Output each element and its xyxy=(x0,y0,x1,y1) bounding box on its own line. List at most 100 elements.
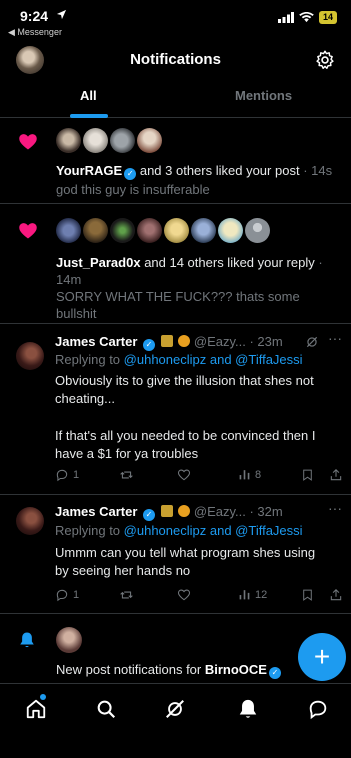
views-button[interactable]: 12 xyxy=(238,588,267,601)
page-title: Notifications xyxy=(130,51,221,68)
heart-icon xyxy=(19,134,37,150)
avatar[interactable] xyxy=(110,128,135,153)
avatar[interactable] xyxy=(164,218,189,243)
avatar[interactable] xyxy=(16,342,44,370)
avatar[interactable] xyxy=(56,627,82,653)
tweet-time: · 32m xyxy=(249,504,283,519)
tweet-actions: 1 8 xyxy=(55,468,345,484)
like-button[interactable] xyxy=(177,588,191,602)
tab-all[interactable]: All xyxy=(80,88,97,103)
tweet-header: James Carter ✓ @Eazy... · 23m xyxy=(55,334,283,351)
reply-icon xyxy=(56,589,68,602)
bookmark-icon[interactable] xyxy=(301,588,314,602)
search-icon[interactable] xyxy=(95,698,117,720)
avatar[interactable] xyxy=(83,128,108,153)
author-handle[interactable]: @Eazy... xyxy=(194,504,246,519)
author-handle[interactable]: @Eazy... xyxy=(194,334,246,349)
avatar[interactable] xyxy=(110,218,135,243)
notification-time: · 14s xyxy=(303,163,333,178)
post-notification-prefix: New post notifications for xyxy=(56,662,202,677)
liker-avatars xyxy=(56,218,270,243)
author-name[interactable]: James Carter xyxy=(55,334,137,349)
tiger-emoji-icon xyxy=(178,505,191,517)
reply-tweet-1[interactable]: James Carter ✓ @Eazy... · 23m ··· Replyi… xyxy=(0,324,351,495)
avatar[interactable] xyxy=(137,128,162,153)
fleur-de-lis-icon xyxy=(160,505,173,517)
notification-tabs: All Mentions xyxy=(0,80,351,118)
bookmark-icon[interactable] xyxy=(301,468,314,482)
like-button[interactable] xyxy=(177,468,191,482)
verified-icon: ✓ xyxy=(268,667,281,679)
compose-button[interactable]: + xyxy=(298,633,346,681)
grok-icon[interactable] xyxy=(305,335,319,349)
avatar[interactable] xyxy=(191,218,216,243)
battery-level: 14 xyxy=(318,11,337,24)
tiger-emoji-icon xyxy=(178,335,191,347)
actor-name[interactable]: Just_Parad0x xyxy=(56,255,141,270)
verified-icon: ✓ xyxy=(143,339,156,351)
verified-icon: ✓ xyxy=(143,509,156,521)
notifications-icon[interactable] xyxy=(237,698,259,720)
notification-action: and 14 others liked your reply xyxy=(144,255,315,270)
more-icon[interactable]: ··· xyxy=(328,500,342,516)
reply-button[interactable]: 1 xyxy=(55,588,79,602)
tweet-time: · 23m xyxy=(249,334,283,349)
replying-prefix: Replying to xyxy=(55,523,121,538)
reply-count: 1 xyxy=(73,469,80,481)
notification-action: and 3 others liked your post xyxy=(139,163,300,178)
replying-to-users[interactable]: @uhhoneclipz and @TiffaJessi xyxy=(124,523,303,538)
fleur-de-lis-icon xyxy=(160,335,173,347)
retweet-button[interactable] xyxy=(119,468,134,482)
avatar[interactable] xyxy=(56,218,81,243)
replying-to: Replying to @uhhoneclipz and @TiffaJessi xyxy=(55,352,303,367)
avatar[interactable] xyxy=(245,218,270,243)
retweet-button[interactable] xyxy=(119,588,134,602)
replying-to-users[interactable]: @uhhoneclipz and @TiffaJessi xyxy=(124,352,303,367)
views-icon xyxy=(239,590,250,600)
retweet-icon xyxy=(120,471,133,479)
retweet-icon xyxy=(120,591,133,599)
views-button[interactable]: 8 xyxy=(238,468,261,481)
tweet-text-2: If that's all you needed to be convinced… xyxy=(55,428,316,461)
avatar[interactable] xyxy=(56,128,81,153)
plus-icon: + xyxy=(313,641,331,672)
share-icon[interactable] xyxy=(329,468,343,482)
view-count: 8 xyxy=(255,468,262,481)
messages-icon[interactable] xyxy=(307,698,329,720)
notification-text: Just_Parad0x and 14 others liked your re… xyxy=(56,254,336,288)
account-name[interactable]: BirnoOCE xyxy=(205,662,267,677)
tweet-text-1: Obviously its to give the illusion that … xyxy=(55,373,314,406)
notification-like-1[interactable]: YourRAGE ✓ and 3 others liked your post ·… xyxy=(0,118,351,204)
actor-name[interactable]: YourRAGE xyxy=(56,163,122,178)
communities-icon[interactable] xyxy=(164,698,186,720)
post-notification-text: New post notifications for BirnoOCE ✓ xyxy=(56,662,281,679)
reply-button[interactable]: 1 xyxy=(55,468,79,482)
view-count: 12 xyxy=(255,588,268,601)
status-indicators: 14 xyxy=(277,11,337,24)
reply-tweet-2[interactable]: James Carter ✓ @Eazy... · 32m ··· Replyi… xyxy=(0,495,351,614)
views-icon xyxy=(239,470,250,480)
post-snippet: SORRY WHAT THE FUCK??? thats some bullsh… xyxy=(56,289,300,321)
tab-mentions[interactable]: Mentions xyxy=(235,88,292,103)
bottom-nav xyxy=(0,683,351,758)
avatar[interactable] xyxy=(83,218,108,243)
post-snippet: god this guy is insufferable xyxy=(56,182,210,197)
gear-icon[interactable] xyxy=(314,49,336,71)
tweet-header: James Carter ✓ @Eazy... · 32m xyxy=(55,504,283,521)
home-icon[interactable] xyxy=(25,698,47,720)
notification-like-2[interactable]: Just_Parad0x and 14 others liked your re… xyxy=(0,204,351,324)
wifi-icon xyxy=(299,12,314,23)
share-icon[interactable] xyxy=(329,588,343,602)
home-unread-dot xyxy=(40,694,46,700)
more-icon[interactable]: ··· xyxy=(328,330,342,346)
avatar[interactable] xyxy=(16,507,44,535)
author-name[interactable]: James Carter xyxy=(55,504,137,519)
avatar[interactable] xyxy=(137,218,162,243)
location-arrow-icon xyxy=(56,9,67,20)
signal-icon xyxy=(277,12,294,23)
avatar[interactable] xyxy=(218,218,243,243)
tweet-actions: 1 12 xyxy=(55,588,345,604)
status-bar: 9:24 ◀ Messenger 14 xyxy=(0,0,351,40)
back-to-messenger[interactable]: ◀ Messenger xyxy=(8,27,62,38)
replying-prefix: Replying to xyxy=(55,352,121,367)
